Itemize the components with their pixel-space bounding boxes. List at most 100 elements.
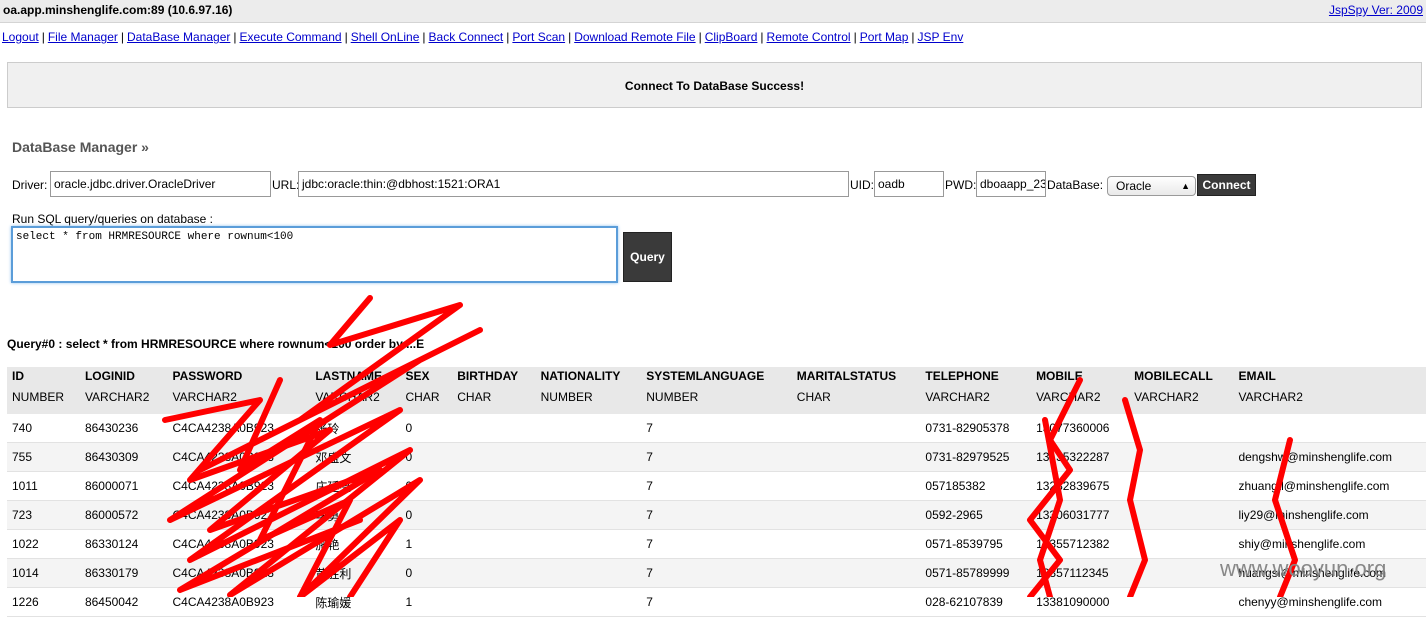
nav-download-remote-file[interactable]: Download Remote File	[574, 30, 695, 44]
col-systemlanguage: SYSTEMLANGUAGE	[646, 369, 765, 383]
table-cell: 1	[405, 537, 413, 551]
table-cell	[792, 530, 921, 559]
nav-shell-online[interactable]: Shell OnLine	[351, 30, 420, 44]
database-select[interactable]: Oracle ▲	[1107, 176, 1196, 196]
table-cell	[792, 588, 921, 617]
type-cell: NUMBER	[12, 390, 65, 404]
nav-port-map[interactable]: Port Map	[860, 30, 909, 44]
sql-textarea[interactable]: select * from HRMRESOURCE where rownum<1…	[11, 226, 618, 283]
table-cell: 86450042	[84, 595, 139, 609]
table-cell	[452, 530, 535, 559]
col-hidden	[299, 367, 311, 383]
type-cell: VARCHAR2	[315, 390, 380, 404]
table-cell: 0571-8539795	[925, 537, 1003, 551]
table-cell: 0	[405, 508, 413, 522]
table-cell	[452, 443, 535, 472]
nav-port-scan[interactable]: Port Scan	[512, 30, 565, 44]
nav-back-connect[interactable]: Back Connect	[429, 30, 504, 44]
table-cell: C4CA4238A0B923	[172, 421, 274, 435]
table-cell: 86430309	[84, 450, 139, 464]
col-email: EMAIL	[1238, 369, 1276, 383]
url-input[interactable]: jdbc:oracle:thin:@dbhost:1521:ORA1	[298, 171, 849, 197]
nav-execute-command[interactable]: Execute Command	[240, 30, 342, 44]
table-cell: 7	[646, 508, 653, 522]
table-cell: 陈瑜媛	[315, 595, 352, 610]
table-cell: 13282839675	[1036, 479, 1110, 493]
table-cell	[299, 472, 311, 501]
result-table: ID LOGINID PASSWORD LASTNAME SEX BIRTHDA…	[7, 367, 1426, 617]
driver-input[interactable]: oracle.jdbc.driver.OracleDriver	[50, 171, 271, 197]
section-title: DataBase Manager »	[12, 139, 149, 155]
uid-input[interactable]: oadb	[874, 171, 944, 197]
table-cell: 施艳	[315, 537, 340, 552]
table-cell	[452, 472, 535, 501]
table-cell	[536, 588, 642, 617]
table-type-row: NUMBER VARCHAR2 VARCHAR2 VARCHAR2 CHAR C…	[7, 383, 1426, 414]
table-cell: 1014	[12, 566, 39, 580]
table-cell	[1129, 501, 1233, 530]
table-cell: 0731-82905378	[925, 421, 1010, 435]
table-cell	[452, 559, 535, 588]
type-cell: CHAR	[457, 390, 492, 404]
table-cell	[1129, 559, 1233, 588]
table-cell	[1129, 588, 1233, 617]
table-cell: C4CA4238A0B923	[172, 508, 274, 522]
table-cell: chenyy@minshenglife.com	[1238, 595, 1383, 609]
nav-logout[interactable]: Logout	[2, 30, 39, 44]
table-row: 1011 86000071 C4CA4238A0B923 庄廷亮 0 7 057185382…	[7, 472, 1426, 501]
nav-jsp-env[interactable]: JSP Env	[918, 30, 964, 44]
table-cell	[536, 472, 642, 501]
database-label: DataBase:	[1047, 178, 1104, 192]
table-cell: 7	[646, 537, 653, 551]
nav-file-manager[interactable]: File Manager	[48, 30, 118, 44]
table-cell	[299, 588, 311, 617]
nav-database-manager[interactable]: DataBase Manager	[127, 30, 230, 44]
table-cell: 7	[646, 479, 653, 493]
table-cell: 0	[405, 450, 413, 464]
table-cell: 0731-82979525	[925, 450, 1010, 464]
table-cell: 邓盛文	[315, 450, 352, 465]
table-cell: 86000572	[84, 508, 139, 522]
table-cell: 1022	[12, 537, 39, 551]
table-cell: 1011	[12, 479, 38, 493]
table-cell: 13355712382	[1036, 537, 1110, 551]
type-cell: VARCHAR2	[1036, 390, 1101, 404]
table-cell: 028-62107839	[925, 595, 1003, 609]
version-link[interactable]: JspSpy Ver: 2009	[1329, 3, 1423, 17]
query-button[interactable]: Query	[623, 232, 672, 282]
table-cell: 7	[646, 566, 653, 580]
table-cell: C4CA4238A0B923	[172, 595, 274, 609]
nav-remote-control[interactable]: Remote Control	[767, 30, 851, 44]
table-cell: C4CA4238A0B923	[172, 479, 274, 493]
table-cell: 13306031777	[1036, 508, 1110, 522]
col-sex: SEX	[405, 369, 430, 383]
table-cell	[452, 501, 535, 530]
table-cell	[1129, 443, 1233, 472]
type-cell: VARCHAR2	[84, 390, 150, 404]
table-cell: 0	[405, 421, 413, 435]
table-cell: 黄胜利	[315, 566, 352, 581]
table-row: 1022 86330124 C4CA4238A0B923 施艳 1 7 0571-85397…	[7, 530, 1426, 559]
table-cell: 0	[405, 479, 413, 493]
table-cell	[1129, 414, 1233, 443]
table-cell: 张玲	[315, 421, 340, 436]
table-cell: 0592-2965	[925, 508, 983, 522]
pwd-input[interactable]: dboaapp_23	[976, 171, 1046, 197]
type-cell: VARCHAR2	[172, 390, 237, 404]
table-cell: liy29@minshenglife.com	[1238, 508, 1369, 522]
type-cell	[299, 383, 311, 414]
sql-label: Run SQL query/queries on database :	[12, 212, 214, 226]
nav-clipboard[interactable]: ClipBoard	[705, 30, 758, 44]
type-cell: CHAR	[405, 390, 440, 404]
table-cell: 755	[12, 450, 33, 464]
connect-button[interactable]: Connect	[1197, 174, 1256, 196]
table-row: 755 86430309 C4CA4238A0B923 邓盛文 0 7 0731-82979…	[7, 442, 1426, 472]
table-cell	[1233, 414, 1426, 443]
watermark: www.wooyun.org	[1220, 556, 1387, 581]
type-cell: NUMBER	[540, 390, 593, 404]
table-cell	[536, 443, 642, 472]
table-cell: 86330179	[84, 566, 139, 580]
table-cell: dengshw@minshenglife.com	[1238, 450, 1393, 464]
col-password: PASSWORD	[172, 369, 243, 383]
top-bar: oa.app.minshenglife.com:89 (10.6.97.16) …	[0, 0, 1426, 23]
